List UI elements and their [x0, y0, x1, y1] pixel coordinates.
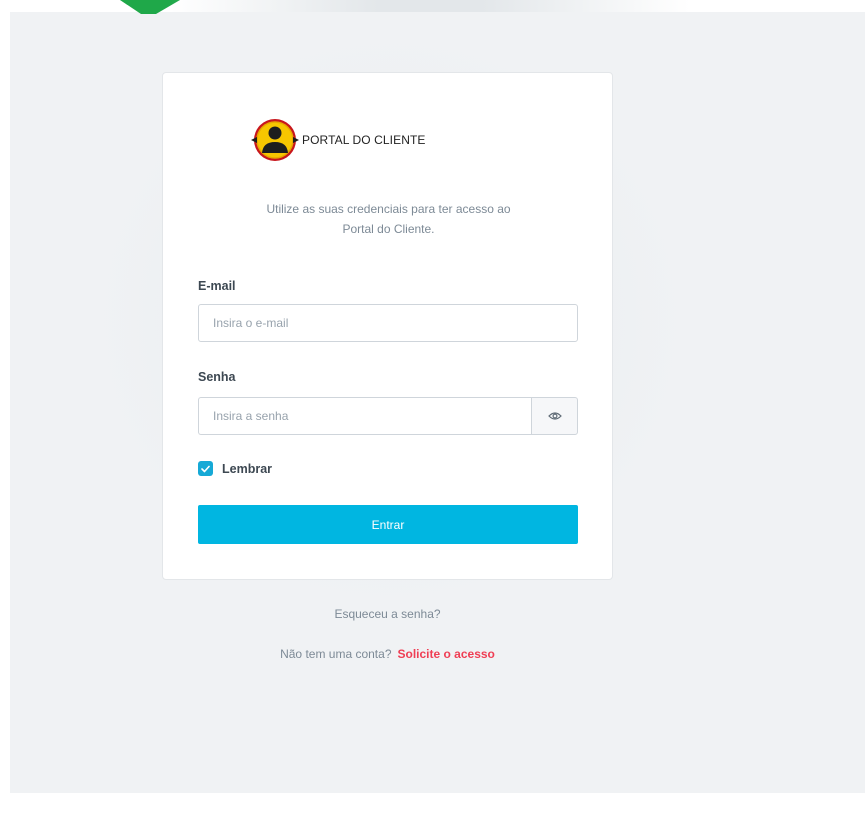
request-access-link[interactable]: Solicite o acesso: [398, 647, 495, 661]
brand-title: PORTAL DO CLIENTE: [302, 133, 426, 147]
email-field[interactable]: [198, 304, 578, 342]
password-label: Senha: [198, 370, 236, 384]
intro-line-1: Utilize as suas credenciais para ter ace…: [266, 202, 511, 216]
remember-checkbox-row[interactable]: Lembrar: [198, 461, 272, 476]
show-password-button[interactable]: [531, 397, 578, 435]
password-group: [198, 397, 578, 435]
email-label: E-mail: [198, 279, 236, 293]
login-card: PORTAL DO CLIENTE Utilize as suas creden…: [162, 72, 613, 580]
forgot-password-link[interactable]: Esqueceu a senha?: [162, 607, 613, 621]
intro-text: Utilize as suas credenciais para ter ace…: [213, 199, 564, 239]
login-button[interactable]: Entrar: [198, 505, 578, 544]
customer-portal-logo-icon: [251, 119, 299, 161]
remember-checkbox[interactable]: [198, 461, 213, 476]
no-account-text: Não tem uma conta?: [280, 647, 392, 661]
remember-label: Lembrar: [222, 461, 273, 476]
password-field[interactable]: [198, 397, 531, 435]
checkmark-icon: [201, 465, 210, 472]
eye-icon: [547, 412, 562, 420]
intro-line-2: Portal do Cliente.: [342, 222, 435, 236]
signup-prompt: Não tem uma conta? Solicite o acesso: [162, 647, 613, 661]
brand-header: PORTAL DO CLIENTE: [250, 115, 426, 165]
top-banner-shadow: [170, 0, 690, 12]
